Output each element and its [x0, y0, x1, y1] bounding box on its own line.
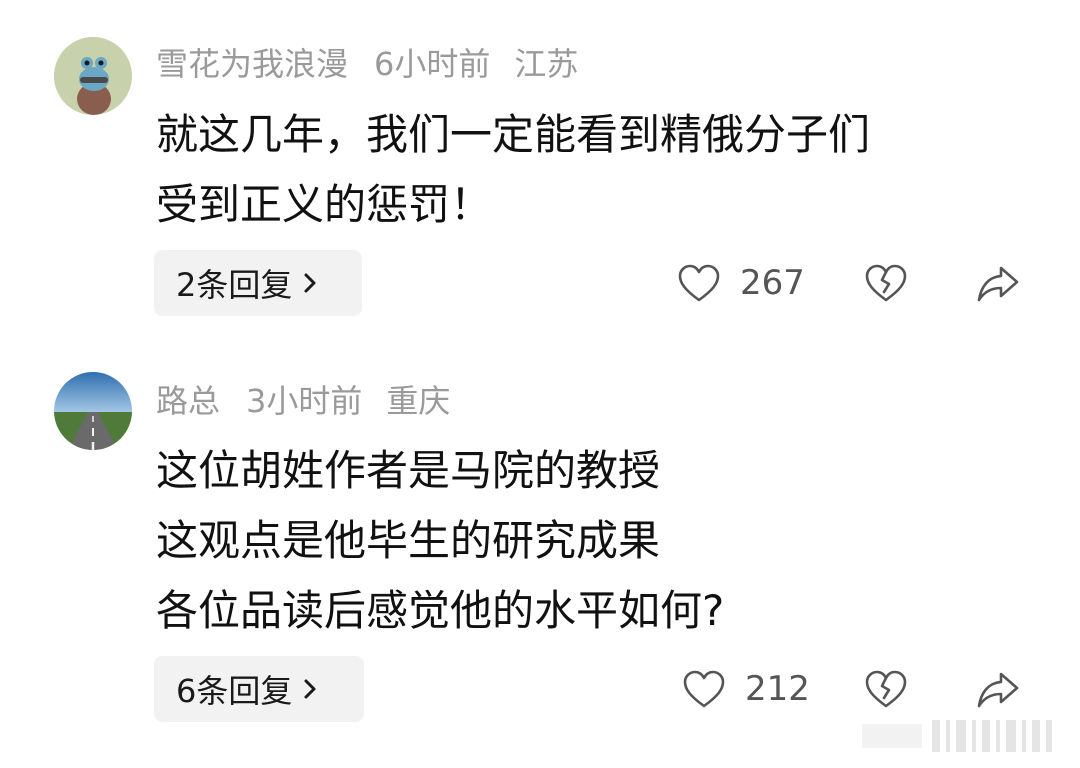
comment-text-line: 受到正义的惩罚！ — [156, 180, 493, 229]
comment-content: 这位胡姓作者是马院的教授 这观点是他毕生的研究成果 各位品读后感觉他的水平如何? — [156, 436, 1036, 646]
heart-outline-icon[interactable] — [682, 668, 726, 712]
avatar[interactable] — [54, 37, 132, 115]
broken-heart-icon[interactable] — [864, 668, 908, 712]
comment-text-line: 这位胡姓作者是马院的教授 — [156, 446, 661, 495]
comment-text-line: 这观点是他毕生的研究成果 — [156, 516, 661, 565]
avatar-road-landscape-icon — [54, 372, 132, 450]
like-count: 212 — [745, 669, 810, 709]
like-count: 267 — [740, 263, 805, 303]
avatar[interactable] — [54, 372, 132, 450]
timestamp: 3小时前 — [246, 382, 363, 420]
avatar-cartoon-figure-icon — [54, 37, 132, 115]
comment-actions: 212 — [0, 656, 1080, 722]
username[interactable]: 雪花为我浪漫 — [156, 39, 348, 85]
broken-heart-icon[interactable] — [864, 262, 908, 306]
comment-text-line: 就这几年，我们一定能看到精俄分子们 — [156, 110, 871, 159]
comment-meta: 雪花为我浪漫 6小时前 江苏 — [156, 37, 602, 87]
comment-text-line: 各位品读后感觉他的水平如何? — [156, 586, 725, 635]
comment-content: 就这几年，我们一定能看到精俄分子们 受到正义的惩罚！ — [156, 100, 1036, 240]
location: 江苏 — [514, 45, 579, 83]
comment-actions: 267 — [0, 250, 1080, 316]
share-arrow-icon[interactable] — [976, 262, 1020, 306]
comment-meta: 路总 3小时前 重庆 — [156, 374, 474, 424]
comment-item: 路总 3小时前 重庆 这位胡姓作者是马院的教授 这观点是他毕生的研究成果 各位品… — [0, 350, 1080, 768]
watermark-graphic — [862, 720, 1052, 752]
location: 重庆 — [386, 382, 451, 420]
heart-outline-icon[interactable] — [677, 262, 721, 306]
comment-item: 雪花为我浪漫 6小时前 江苏 就这几年，我们一定能看到精俄分子们 受到正义的惩罚… — [0, 0, 1080, 350]
username[interactable]: 路总 — [156, 376, 220, 422]
timestamp: 6小时前 — [374, 45, 491, 83]
share-arrow-icon[interactable] — [976, 668, 1020, 712]
